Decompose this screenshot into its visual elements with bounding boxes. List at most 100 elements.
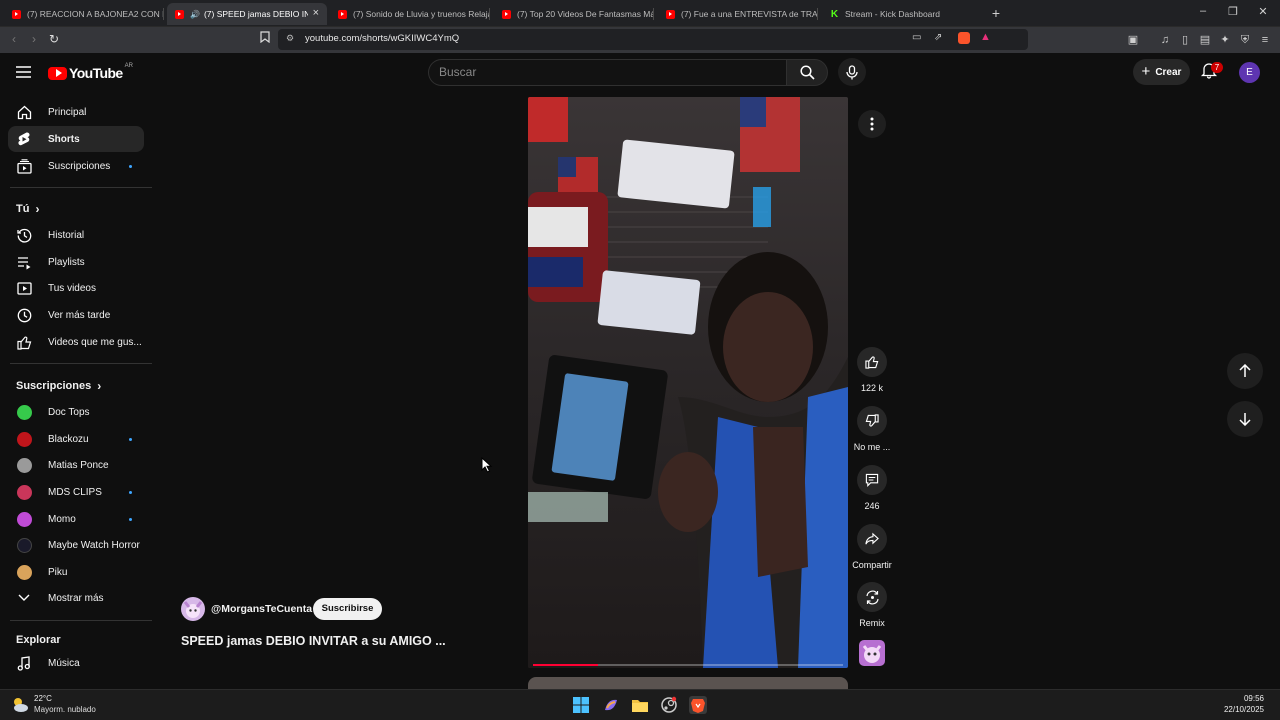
media-icon[interactable]: ♫ [1158, 33, 1172, 47]
new-tab-icon[interactable]: + [988, 5, 1004, 21]
sound-thumbnail[interactable] [859, 640, 885, 666]
weather-icon[interactable] [10, 695, 30, 715]
forward-icon[interactable]: › [26, 31, 42, 47]
windows-start-icon[interactable] [572, 696, 590, 714]
sidebar-item-label: Playlists [48, 256, 85, 268]
sidebar-toggle-icon[interactable]: ▣ [1126, 33, 1140, 47]
guide-menu-icon[interactable] [16, 65, 31, 79]
chevron-right-icon: › [97, 379, 102, 393]
back-icon[interactable]: ‹ [6, 31, 22, 47]
short-title[interactable]: SPEED jamas DEBIO INVITAR a su AMIGO ... [181, 634, 446, 648]
address-bar[interactable]: ⚙ youtube.com/shorts/wGKIIWC4YmQ ▭ ⇗ ▲ [278, 29, 1028, 50]
channel-handle[interactable]: @MorgansTeCuenta [211, 603, 312, 615]
reader-icon[interactable]: ▯ [1178, 33, 1192, 47]
home-icon [16, 104, 32, 120]
channel-name: Piku [48, 566, 68, 578]
short-video-player[interactable] [528, 97, 848, 668]
clock-time[interactable]: 09:56 [1244, 694, 1264, 703]
comments-button[interactable]: 246 [851, 465, 893, 511]
browser-tab[interactable]: (7) Sonido de Lluvia y truenos Relaja [330, 3, 490, 25]
search-icon [799, 65, 815, 80]
sidebar-item-shorts[interactable]: Shorts [8, 126, 144, 152]
channel-avatar[interactable] [181, 597, 205, 621]
leo-ai-icon[interactable]: ✦ [1218, 33, 1232, 47]
search-button[interactable] [786, 59, 828, 86]
sidebar-item-suscripciones[interactable]: Suscripciones [8, 153, 144, 179]
audio-playing-icon[interactable]: 🔊 [190, 10, 200, 19]
tab-title: (7) SPEED jamas DEBIO INVIT [203, 9, 308, 19]
new-content-dot [129, 164, 132, 168]
new-content-dot [129, 517, 132, 521]
menu-icon[interactable]: ≡ [1258, 33, 1272, 47]
explore-section-heading: Explorar [16, 634, 61, 646]
browser-tab[interactable]: (7) Top 20 Videos De Fantasmas Más [494, 3, 654, 25]
channel-name: Maybe Watch Horror [48, 539, 140, 551]
remix-icon [865, 590, 879, 604]
channel-name: Matias Ponce [48, 459, 109, 471]
sidebar-channel-momo[interactable]: Momo [8, 506, 144, 532]
youtube-icon [666, 9, 675, 19]
shorts-icon [16, 131, 32, 147]
search-box[interactable] [428, 59, 786, 86]
site-info-icon[interactable]: ⚙ [286, 33, 294, 44]
copilot-icon[interactable] [602, 696, 620, 714]
account-avatar[interactable]: E [1239, 62, 1260, 83]
share-button[interactable]: Compartir [851, 524, 893, 570]
region-code: AR [124, 63, 133, 69]
minimize-icon[interactable]: – [1195, 5, 1211, 17]
sidebar-item-principal[interactable]: Principal [8, 99, 144, 125]
cast-icon[interactable]: ▭ [912, 32, 921, 43]
tab-title: (7) Top 20 Videos De Fantasmas Más [517, 9, 654, 19]
sidebar-channel-piku[interactable]: Piku [8, 559, 144, 585]
dislike-button[interactable]: No me ... [851, 406, 893, 452]
sidebar-channel-mds-clips[interactable]: MDS CLIPS [8, 479, 144, 505]
sidebar-item-tus-videos[interactable]: Tus videos [8, 275, 144, 301]
wallet-icon[interactable]: ▤ [1198, 33, 1212, 47]
you-section-heading[interactable]: Tú › [16, 202, 39, 216]
sidebar-item-videos-que-me-gustan[interactable]: Videos que me gus... [8, 329, 144, 355]
reload-icon[interactable]: ↻ [46, 31, 62, 47]
browser-tab[interactable]: (7) REACCION A BAJONEA2 CON EL [4, 3, 164, 25]
voice-search-button[interactable] [838, 58, 866, 86]
close-window-icon[interactable]: ✕ [1255, 5, 1271, 18]
clock-date[interactable]: 22/10/2025 [1224, 705, 1264, 714]
steam-like-app-icon[interactable] [660, 696, 678, 714]
youtube-logo[interactable]: YouTube AR [48, 63, 133, 81]
vpn-icon[interactable]: ⛨ [1238, 33, 1252, 47]
search-input[interactable] [439, 65, 769, 79]
brave-rewards-icon[interactable]: ▲ [980, 31, 991, 43]
previous-short-button[interactable] [1227, 353, 1263, 389]
sidebar-channel-matias-ponce[interactable]: Matias Ponce [8, 452, 144, 478]
file-explorer-icon[interactable] [631, 696, 649, 714]
subscribe-button[interactable]: Suscribirse [313, 598, 382, 620]
share-page-icon[interactable]: ⇗ [934, 32, 942, 43]
show-more-button[interactable]: Mostrar más [8, 585, 144, 611]
more-options-button[interactable] [858, 110, 886, 138]
brave-browser-icon[interactable] [689, 696, 707, 714]
browser-tab-active[interactable]: 🔊 (7) SPEED jamas DEBIO INVIT × [167, 3, 327, 25]
browser-tab[interactable]: (7) Fue a una ENTREVISTA de TRABA [658, 3, 818, 25]
next-short-button[interactable] [1227, 401, 1263, 437]
video-progress-bar[interactable] [533, 664, 843, 666]
arrow-up-icon [1239, 364, 1251, 377]
sidebar-channel-maybe-watch-horror[interactable]: Maybe Watch Horror [8, 532, 144, 558]
weather-temperature: 22°C [34, 694, 52, 703]
sidebar-item-historial[interactable]: Historial [8, 222, 144, 248]
sidebar-channel-blackozu[interactable]: Blackozu [8, 426, 144, 452]
sidebar-item-playlists[interactable]: Playlists [8, 249, 144, 275]
bookmark-icon[interactable] [257, 31, 273, 47]
like-button[interactable]: 122 k [851, 347, 893, 393]
arrow-down-icon [1239, 413, 1251, 426]
subscriptions-section-heading[interactable]: Suscripciones › [16, 379, 101, 393]
sidebar-item-label: Suscripciones [48, 160, 111, 172]
next-short-preview[interactable] [528, 677, 848, 689]
create-button[interactable]: + Crear [1133, 59, 1190, 85]
remix-button[interactable]: Remix [851, 582, 893, 628]
brave-shields-icon[interactable] [958, 32, 970, 44]
sidebar-channel-doc-tops[interactable]: Doc Tops [8, 399, 144, 425]
sidebar-item-ver-mas-tarde[interactable]: Ver más tarde [8, 302, 144, 328]
sidebar-item-musica[interactable]: Música [8, 650, 144, 676]
restore-icon[interactable]: ❐ [1225, 5, 1241, 18]
browser-tab[interactable]: K Stream - Kick Dashboard [822, 3, 982, 25]
close-tab-icon[interactable]: × [313, 7, 319, 19]
